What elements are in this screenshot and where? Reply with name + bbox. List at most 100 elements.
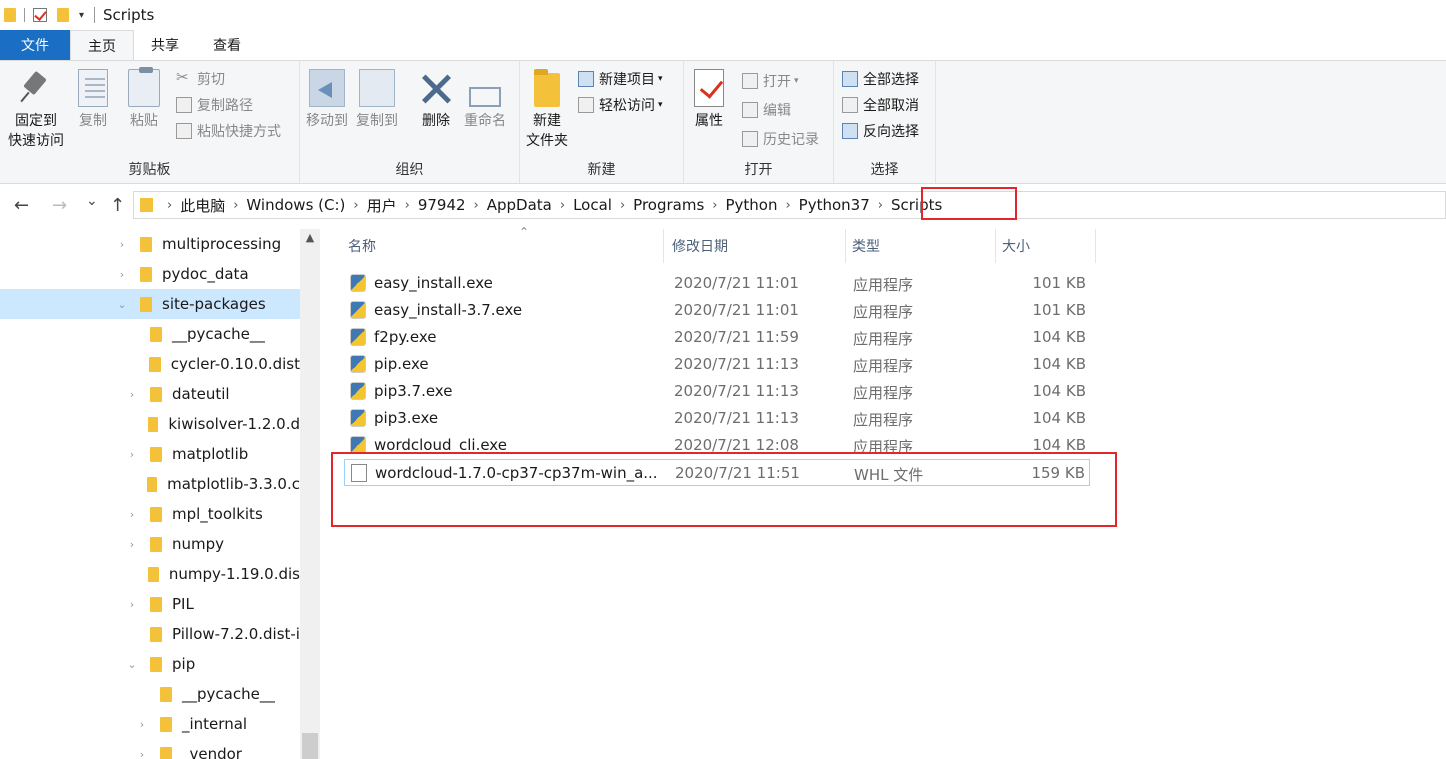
select-all-button[interactable]: 全部选择 bbox=[842, 67, 919, 91]
tree-item-label: multiprocessing bbox=[162, 235, 282, 253]
chevron-right-icon[interactable]: › bbox=[620, 198, 625, 213]
expand-icon[interactable]: › bbox=[124, 538, 140, 551]
tab-file[interactable]: 文件 bbox=[0, 30, 70, 60]
address-bar[interactable]: › 此电脑 › Windows (C:) › 用户 › 97942 › AppD… bbox=[133, 191, 1446, 219]
invert-selection-button[interactable]: 反向选择 bbox=[842, 119, 919, 143]
breadcrumb-item[interactable]: 用户 bbox=[367, 195, 397, 216]
tree-item[interactable]: __pycache__ bbox=[124, 319, 300, 349]
tab-view[interactable]: 查看 bbox=[196, 30, 258, 60]
expand-icon[interactable]: › bbox=[134, 718, 150, 731]
tree-item[interactable]: › dateutil bbox=[124, 379, 300, 409]
paste-shortcut-button[interactable]: 粘贴快捷方式 bbox=[176, 119, 281, 143]
tree-item[interactable]: › matplotlib bbox=[124, 439, 300, 469]
forward-arrow-icon[interactable]: → bbox=[52, 195, 67, 216]
navigation-scrollbar[interactable] bbox=[300, 229, 320, 759]
history-button[interactable]: 历史记录 bbox=[742, 127, 819, 151]
copy-to-button[interactable]: 复制到 bbox=[356, 69, 398, 131]
file-row[interactable]: f2py.exe 2020/7/21 11:59 应用程序 104 KB bbox=[344, 324, 1090, 351]
back-arrow-icon[interactable]: ← bbox=[14, 195, 29, 216]
chevron-right-icon[interactable]: › bbox=[560, 198, 565, 213]
tab-share[interactable]: 共享 bbox=[134, 30, 196, 60]
column-header-size[interactable]: 大小 bbox=[996, 229, 1096, 263]
expand-icon[interactable]: › bbox=[134, 748, 150, 759]
move-to-button[interactable]: 移动到 bbox=[306, 69, 348, 131]
chevron-right-icon[interactable]: › bbox=[878, 198, 883, 213]
copy-button[interactable]: 复制 bbox=[78, 69, 108, 131]
breadcrumb-item[interactable]: Programs bbox=[633, 196, 704, 214]
tree-item[interactable]: › numpy bbox=[124, 529, 300, 559]
new-folder-label-line1: 新建 bbox=[533, 113, 561, 129]
tree-item[interactable]: cycler-0.10.0.dist bbox=[124, 349, 300, 379]
column-header-name[interactable]: ⌃ 名称 bbox=[342, 225, 664, 263]
file-row[interactable]: easy_install.exe 2020/7/21 11:01 应用程序 10… bbox=[344, 270, 1090, 297]
cut-button[interactable]: 剪切 bbox=[176, 67, 225, 91]
tree-item[interactable]: › pydoc_data bbox=[114, 259, 300, 289]
delete-button[interactable]: 删除 bbox=[418, 69, 454, 131]
folder-icon bbox=[160, 716, 172, 732]
tree-item[interactable]: › multiprocessing bbox=[114, 229, 300, 259]
expand-icon[interactable]: › bbox=[124, 388, 140, 401]
file-row[interactable]: pip3.7.exe 2020/7/21 11:13 应用程序 104 KB bbox=[344, 378, 1090, 405]
breadcrumb-item[interactable]: Local bbox=[573, 196, 612, 214]
new-folder-quick-icon[interactable] bbox=[57, 8, 69, 22]
easy-access-button[interactable]: 轻松访问 ▾ bbox=[578, 93, 663, 117]
paste-shortcut-label: 粘贴快捷方式 bbox=[197, 124, 281, 140]
tree-item[interactable]: matplotlib-3.3.0.c bbox=[124, 469, 300, 499]
expand-icon[interactable]: › bbox=[124, 598, 140, 611]
tree-item[interactable]: › PIL bbox=[124, 589, 300, 619]
collapse-icon[interactable]: ⌄ bbox=[124, 658, 140, 671]
collapse-icon[interactable]: ⌄ bbox=[114, 298, 130, 311]
new-item-button[interactable]: 新建项目 ▾ bbox=[578, 67, 663, 91]
python-exe-icon bbox=[350, 382, 366, 400]
expand-icon[interactable]: › bbox=[114, 238, 130, 251]
properties-quick-icon[interactable] bbox=[33, 8, 47, 22]
python-exe-icon bbox=[350, 328, 366, 346]
properties-button[interactable]: 属性 bbox=[694, 69, 724, 131]
tree-item-label: _internal bbox=[182, 715, 248, 733]
column-header-type[interactable]: 类型 bbox=[846, 229, 996, 263]
file-row[interactable]: easy_install-3.7.exe 2020/7/21 11:01 应用程… bbox=[344, 297, 1090, 324]
tree-item[interactable]: › _internal bbox=[134, 709, 300, 739]
chevron-right-icon[interactable]: › bbox=[405, 198, 410, 213]
tree-item[interactable]: numpy-1.19.0.dis bbox=[124, 559, 300, 589]
column-header-date[interactable]: 修改日期 bbox=[666, 229, 846, 263]
breadcrumb-item[interactable]: AppData bbox=[487, 196, 552, 214]
tree-item[interactable]: ⌄ pip bbox=[124, 649, 300, 679]
scroll-up-icon[interactable]: ▲ bbox=[300, 231, 320, 249]
up-arrow-icon[interactable]: ↑ bbox=[110, 195, 125, 216]
expand-icon[interactable]: › bbox=[124, 448, 140, 461]
tree-item[interactable]: kiwisolver-1.2.0.d bbox=[124, 409, 300, 439]
tree-item[interactable]: › _vendor bbox=[134, 739, 300, 759]
tree-item[interactable]: __pycache__ bbox=[134, 679, 300, 709]
pin-quick-access-button[interactable]: 固定到 快速访问 bbox=[8, 69, 64, 151]
chevron-right-icon[interactable]: › bbox=[785, 198, 790, 213]
chevron-right-icon[interactable]: › bbox=[712, 198, 717, 213]
chevron-right-icon[interactable]: › bbox=[353, 198, 358, 213]
chevron-right-icon[interactable]: › bbox=[474, 198, 479, 213]
expand-icon[interactable]: › bbox=[124, 508, 140, 521]
breadcrumb-item[interactable]: Python37 bbox=[799, 196, 870, 214]
breadcrumb-item[interactable]: 97942 bbox=[418, 196, 466, 214]
scrollbar-thumb[interactable] bbox=[302, 733, 318, 759]
edit-button[interactable]: 编辑 bbox=[742, 98, 791, 122]
open-button[interactable]: 打开 ▾ bbox=[742, 69, 799, 93]
new-folder-button[interactable]: 新建 文件夹 bbox=[526, 69, 568, 151]
tree-item-selected[interactable]: ⌄ site-packages bbox=[0, 289, 300, 319]
file-row[interactable]: pip3.exe 2020/7/21 11:13 应用程序 104 KB bbox=[344, 405, 1090, 432]
breadcrumb-item[interactable]: Windows (C:) bbox=[246, 196, 345, 214]
chevron-right-icon[interactable]: › bbox=[233, 198, 238, 213]
expand-icon[interactable]: › bbox=[114, 268, 130, 281]
tree-item[interactable]: Pillow-7.2.0.dist-i bbox=[124, 619, 300, 649]
chevron-right-icon[interactable]: › bbox=[167, 198, 172, 213]
breadcrumb-item[interactable]: 此电脑 bbox=[180, 195, 225, 216]
tree-item[interactable]: › mpl_toolkits bbox=[124, 499, 300, 529]
paste-button[interactable]: 粘贴 bbox=[128, 67, 160, 131]
customize-quick-access-icon[interactable]: ▾ bbox=[79, 10, 84, 21]
recent-locations-icon[interactable]: ⌄ bbox=[86, 193, 98, 209]
breadcrumb-item[interactable]: Python bbox=[725, 196, 777, 214]
file-row[interactable]: pip.exe 2020/7/21 11:13 应用程序 104 KB bbox=[344, 351, 1090, 378]
copy-path-button[interactable]: 复制路径 bbox=[176, 93, 253, 117]
rename-button[interactable]: 重命名 bbox=[464, 69, 506, 131]
tab-home[interactable]: 主页 bbox=[70, 30, 134, 60]
select-none-button[interactable]: 全部取消 bbox=[842, 93, 919, 117]
